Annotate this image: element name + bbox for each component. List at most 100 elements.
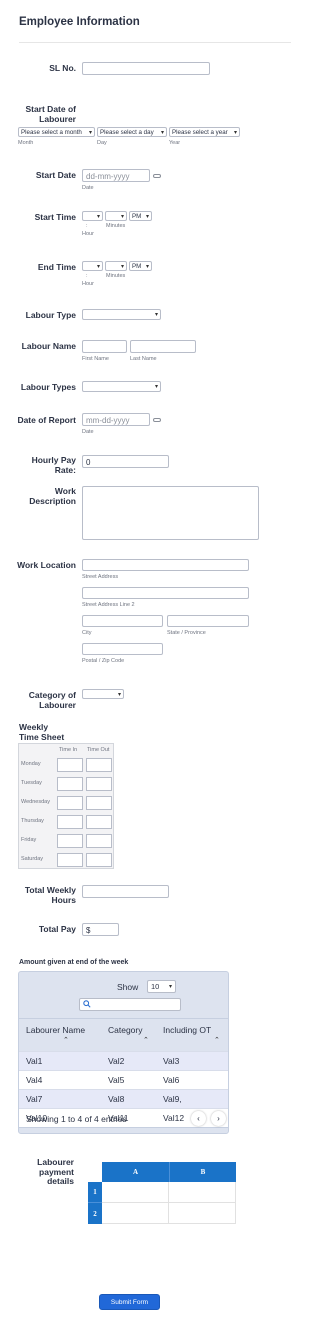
grid-cell-b2[interactable] (169, 1203, 236, 1224)
chevron-down-icon: ▾ (154, 312, 158, 318)
time-out-input[interactable] (86, 758, 112, 772)
start-date-input[interactable]: dd-mm-yyyy (82, 169, 150, 182)
amount-data-table: Show 10 ▾ Labourer Name ⌃ Category ⌃ Incl… (18, 971, 229, 1134)
labour-type-select[interactable]: ▾ (82, 309, 161, 320)
chevron-down-icon: ▾ (96, 263, 100, 270)
calendar-icon[interactable] (153, 174, 161, 178)
state-input[interactable] (167, 615, 249, 627)
next-page-button[interactable]: › (211, 1111, 226, 1126)
date-of-report-input[interactable]: mm-dd-yyyy (82, 413, 150, 426)
time-in-input[interactable] (57, 796, 83, 810)
sl-no-input[interactable] (82, 62, 210, 75)
postal-input[interactable] (82, 643, 163, 655)
street-address-2-input[interactable] (82, 587, 249, 599)
time-in-input[interactable] (57, 815, 83, 829)
timesheet-day-label: Thursday (21, 818, 44, 824)
submit-button[interactable]: Submit Form (99, 1294, 160, 1310)
category-select[interactable]: ▾ (82, 689, 124, 699)
year-select[interactable]: Please select a year ▾ (169, 127, 240, 137)
table-cell: Val12 (163, 1113, 185, 1123)
time-out-input[interactable] (86, 853, 112, 867)
year-sublabel: Year (169, 140, 181, 146)
start-time-label: Start Time (34, 212, 76, 222)
end-hour-select[interactable]: ▾ (82, 261, 103, 271)
calendar-icon[interactable] (153, 418, 161, 422)
grid-cell-a2[interactable] (102, 1203, 169, 1224)
end-minute-select[interactable]: ▾ (105, 261, 127, 271)
postal-sublabel: Postal / Zip Code (82, 658, 125, 664)
payment-details-grid: A B 1 2 (88, 1162, 236, 1224)
chevron-down-icon: ▾ (88, 129, 92, 136)
column-header-including-ot[interactable]: Including OT (163, 1025, 223, 1035)
start-minutes-sublabel: Minutes (106, 223, 126, 229)
street-address-input[interactable] (82, 559, 249, 571)
grid-cell-b1[interactable] (169, 1182, 236, 1203)
timesheet-day-label: Tuesday (21, 780, 42, 786)
time-in-input[interactable] (57, 758, 83, 772)
start-hour-select[interactable]: ▾ (82, 211, 103, 221)
chevron-down-icon: ▾ (145, 213, 149, 220)
payment-details-label: Labourer payment details (37, 1157, 74, 1186)
city-input[interactable] (82, 615, 163, 627)
first-name-sublabel: First Name (82, 356, 109, 362)
first-name-input[interactable] (82, 340, 127, 353)
time-out-input[interactable] (86, 777, 112, 791)
table-bottom-divider (19, 1127, 228, 1128)
start-ampm-select[interactable]: PM ▾ (129, 211, 152, 221)
work-description-textarea[interactable] (82, 486, 259, 540)
form-title: Employee Information (19, 16, 140, 28)
city-sublabel: City (82, 630, 92, 636)
day-select[interactable]: Please select a day ▾ (97, 127, 167, 137)
hourly-pay-input[interactable]: 0 (82, 455, 169, 468)
chevron-down-icon: ▾ (120, 263, 124, 270)
time-in-input[interactable] (57, 853, 83, 867)
time-out-input[interactable] (86, 834, 112, 848)
amount-table-heading: Amount given at end of the week (19, 959, 129, 966)
sort-icon[interactable]: ⌃ (143, 1036, 149, 1044)
chevron-right-icon: › (217, 1114, 220, 1123)
sort-icon[interactable]: ⌃ (214, 1036, 220, 1044)
end-ampm-select[interactable]: PM ▾ (129, 261, 152, 271)
total-pay-input[interactable]: $ (82, 923, 119, 936)
table-header-divider (19, 1018, 228, 1019)
column-header-labourer-name[interactable]: Labourer Name (26, 1025, 106, 1035)
end-minutes-sublabel: Minutes (106, 273, 126, 279)
work-location-label: Work Location (17, 560, 76, 570)
start-date-labourer-label: Start Date of Labourer (25, 104, 76, 124)
chevron-down-icon: ▾ (117, 691, 121, 698)
hourly-pay-label: Hourly Pay Rate: (31, 455, 76, 475)
end-hour-sublabel: Hour (82, 281, 94, 287)
table-cell: Val8 (108, 1094, 125, 1104)
show-entries-select[interactable]: 10 ▾ (147, 980, 176, 993)
sort-icon[interactable]: ⌃ (63, 1036, 69, 1044)
chevron-down-icon: ▾ (145, 263, 149, 270)
title-divider (19, 42, 291, 43)
chevron-down-icon: ▾ (233, 129, 237, 136)
time-out-input[interactable] (86, 796, 112, 810)
chevron-down-icon: ▾ (96, 213, 100, 220)
labour-types-select[interactable]: ▾ (82, 381, 161, 392)
time-out-header: Time Out (87, 747, 110, 753)
grid-corner (88, 1162, 102, 1182)
show-label: Show (117, 982, 139, 992)
day-sublabel: Day (97, 140, 107, 146)
table-cell: Val9, (163, 1094, 182, 1104)
last-name-input[interactable] (130, 340, 196, 353)
time-in-input[interactable] (57, 834, 83, 848)
grid-column-header-a: A (102, 1162, 169, 1182)
total-weekly-hours-input[interactable] (82, 885, 169, 898)
chevron-down-icon: ▾ (160, 129, 164, 136)
total-weekly-hours-label: Total Weekly Hours (24, 885, 76, 905)
time-in-input[interactable] (57, 777, 83, 791)
start-minute-select[interactable]: ▾ (105, 211, 127, 221)
month-select[interactable]: Please select a month ▾ (18, 127, 95, 137)
table-search-input[interactable] (79, 998, 181, 1011)
prev-page-button[interactable]: ‹ (191, 1111, 206, 1126)
street-address-sublabel: Street Address (82, 574, 119, 580)
time-out-input[interactable] (86, 815, 112, 829)
chevron-down-icon: ▾ (120, 213, 124, 220)
column-header-category[interactable]: Category (108, 1025, 158, 1035)
table-cell: Val2 (108, 1056, 125, 1066)
table-cell: Val3 (163, 1056, 180, 1066)
grid-cell-a1[interactable] (102, 1182, 169, 1203)
